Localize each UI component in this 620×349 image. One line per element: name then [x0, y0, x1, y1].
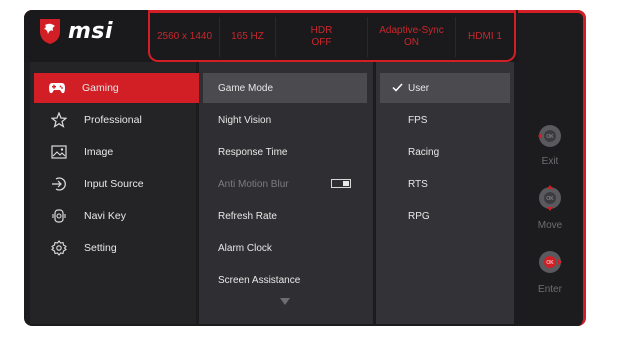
submenu-item-alarm-clock[interactable]: Alarm Clock	[203, 233, 367, 263]
submenu-item-night-vision[interactable]: Night Vision	[203, 105, 367, 135]
exit-knob-icon[interactable]: OK	[536, 122, 564, 150]
menu-label: Professional	[84, 114, 142, 126]
navi-key-icon	[50, 207, 68, 225]
submenu-item-response-time[interactable]: Response Time	[203, 137, 367, 167]
menu-item-input-source[interactable]: Input Source	[36, 169, 190, 199]
gear-icon	[50, 239, 68, 257]
menu-item-professional[interactable]: Professional	[36, 105, 190, 135]
option-rpg[interactable]: RPG	[380, 201, 510, 231]
scroll-down-icon[interactable]	[280, 298, 290, 305]
menu-label: Setting	[84, 242, 117, 254]
adaptive-sync-status: Adaptive-Sync ON	[368, 16, 456, 57]
exit-label: Exit	[541, 156, 559, 167]
input-source-icon	[50, 175, 68, 193]
main-menu: Gaming Professional Image Input Source N…	[30, 62, 210, 324]
option-fps[interactable]: FPS	[380, 105, 510, 135]
toggle-knob	[343, 181, 349, 186]
check-icon	[392, 83, 403, 92]
submenu-item-refresh-rate[interactable]: Refresh Rate	[203, 201, 367, 231]
anti-motion-blur-toggle	[331, 179, 351, 188]
image-icon	[50, 143, 68, 161]
option-user[interactable]: User	[380, 73, 510, 103]
dragon-shield-icon	[40, 19, 60, 44]
menu-label: Navi Key	[84, 210, 127, 222]
enter-label: Enter	[538, 284, 562, 295]
refresh-status: 165 HZ	[220, 16, 276, 57]
sub-menu: Game Mode Night Vision Response Time Ant…	[199, 62, 373, 324]
menu-item-setting[interactable]: Setting	[36, 233, 190, 263]
status-bar: 2560 x 1440 165 HZ HDR OFF Adaptive-Sync O…	[148, 10, 516, 62]
option-rts[interactable]: RTS	[380, 169, 510, 199]
gamepad-icon	[48, 79, 66, 97]
navi-key-guide: OK Exit OK Move OK Enter	[518, 62, 582, 324]
resolution-status: 2560 x 1440	[150, 16, 220, 57]
svg-text:OK: OK	[546, 260, 554, 266]
menu-label: Gaming	[82, 82, 119, 94]
move-knob-icon[interactable]: OK	[536, 184, 564, 212]
game-mode-options: User FPS Racing RTS RPG	[376, 62, 514, 324]
svg-text:OK: OK	[546, 134, 554, 140]
enter-knob-icon[interactable]: OK	[536, 248, 564, 276]
menu-label: Input Source	[84, 178, 144, 190]
msi-logo: msi	[38, 15, 113, 47]
svg-text:OK: OK	[546, 196, 554, 202]
menu-label: Image	[84, 146, 114, 158]
option-racing[interactable]: Racing	[380, 137, 510, 167]
submenu-item-screen-assistance[interactable]: Screen Assistance	[203, 265, 367, 295]
move-label: Move	[537, 220, 563, 231]
menu-item-navi-key[interactable]: Navi Key	[36, 201, 190, 231]
star-icon	[50, 111, 68, 129]
menu-item-image[interactable]: Image	[36, 137, 190, 167]
brand-name: msi	[68, 18, 114, 44]
input-status: HDMI 1	[468, 30, 502, 42]
submenu-item-game-mode[interactable]: Game Mode	[203, 73, 367, 103]
hdr-status: HDR OFF	[276, 16, 368, 57]
submenu-item-anti-motion-blur: Anti Motion Blur	[203, 169, 367, 199]
menu-item-gaming[interactable]: Gaming	[34, 73, 210, 103]
